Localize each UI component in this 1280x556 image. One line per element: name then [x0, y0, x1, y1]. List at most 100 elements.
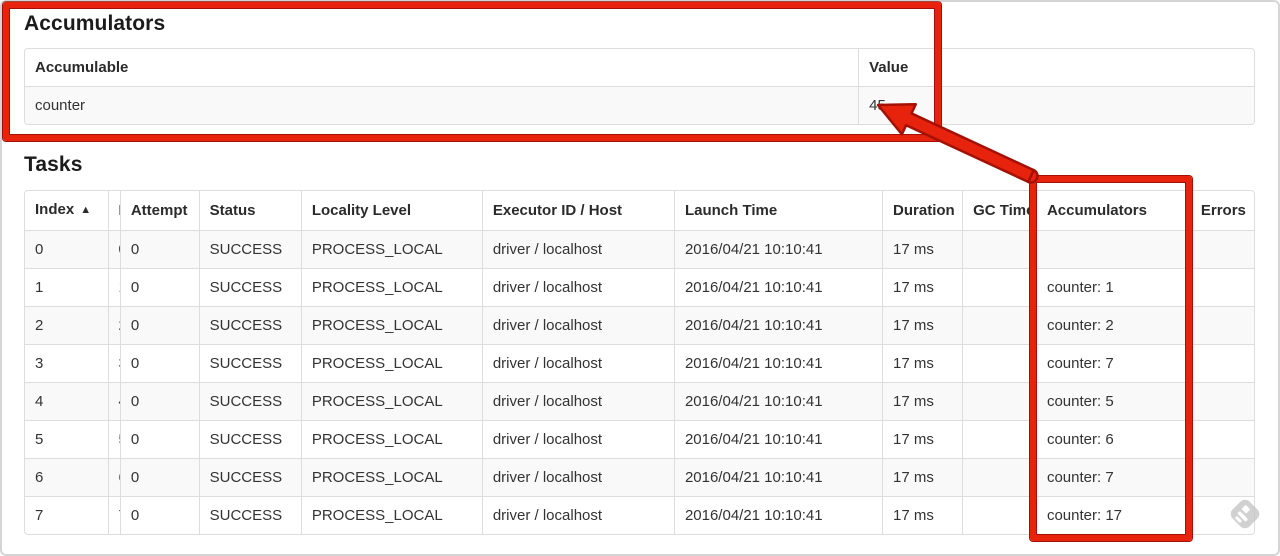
cell-gc-time: [962, 344, 1036, 382]
header-launch-time[interactable]: Launch Time: [673, 191, 882, 230]
header-duration[interactable]: Duration: [882, 191, 962, 230]
cell-accumulators: counter: 2: [1035, 306, 1190, 344]
cell-status: SUCCESS: [198, 306, 301, 344]
cell-launch: 2016/04/21 10:10:41: [673, 306, 883, 344]
cell-index: 2: [25, 306, 108, 344]
cell-launch: 2016/04/21 10:10:41: [673, 382, 883, 420]
cell-launch: 2016/04/21 10:10:41: [673, 496, 883, 534]
cell-executor: driver / localhost: [481, 344, 674, 382]
task-row: 550SUCCESSPROCESS_LOCALdriver / localhos…: [25, 420, 1254, 458]
cell-executor: driver / localhost: [481, 268, 674, 306]
cell-accumulable-value: 45: [858, 86, 1254, 124]
cell-id: 3: [107, 344, 120, 382]
cell-errors: [1189, 306, 1254, 344]
task-row: 660SUCCESSPROCESS_LOCALdriver / localhos…: [25, 458, 1254, 496]
tasks-table-body: 000SUCCESSPROCESS_LOCALdriver / localhos…: [25, 230, 1254, 534]
cell-errors: [1189, 496, 1254, 534]
cell-duration: 17 ms: [882, 306, 963, 344]
header-accumulators[interactable]: Accumulators: [1035, 191, 1190, 230]
cell-id: 4: [107, 382, 120, 420]
cell-attempt: 0: [119, 306, 199, 344]
cell-launch: 2016/04/21 10:10:41: [673, 420, 883, 458]
task-row: 440SUCCESSPROCESS_LOCALdriver / localhos…: [25, 382, 1254, 420]
header-locality-level[interactable]: Locality Level: [300, 191, 482, 230]
cell-index: 5: [25, 420, 108, 458]
cell-locality: PROCESS_LOCAL: [300, 306, 482, 344]
header-gc-time[interactable]: GC Time: [962, 191, 1036, 230]
header-value: Value: [858, 49, 1254, 86]
cell-status: SUCCESS: [198, 496, 301, 534]
cell-accumulators: counter: 1: [1035, 268, 1190, 306]
cell-gc-time: [962, 496, 1036, 534]
tasks-section-title: Tasks: [24, 153, 83, 176]
cell-attempt: 0: [119, 382, 199, 420]
cell-attempt: 0: [119, 496, 199, 534]
cell-id: 0: [107, 230, 120, 268]
cell-attempt: 0: [119, 230, 199, 268]
cell-duration: 17 ms: [882, 344, 963, 382]
cell-locality: PROCESS_LOCAL: [300, 496, 482, 534]
cell-launch: 2016/04/21 10:10:41: [673, 344, 883, 382]
cell-id: 2: [107, 306, 120, 344]
cell-executor: driver / localhost: [481, 382, 674, 420]
cell-launch: 2016/04/21 10:10:41: [673, 230, 883, 268]
cell-executor: driver / localhost: [481, 420, 674, 458]
cell-status: SUCCESS: [198, 420, 301, 458]
header-executor-id-host[interactable]: Executor ID / Host: [481, 191, 674, 230]
accumulators-table: Accumulable Value counter 45: [24, 48, 1255, 125]
cell-index: 6: [25, 458, 108, 496]
cell-gc-time: [962, 306, 1036, 344]
cell-locality: PROCESS_LOCAL: [300, 230, 482, 268]
cell-index: 0: [25, 230, 108, 268]
cell-status: SUCCESS: [198, 458, 301, 496]
cell-duration: 17 ms: [882, 268, 963, 306]
cell-index: 1: [25, 268, 108, 306]
cell-status: SUCCESS: [198, 382, 301, 420]
cell-errors: [1189, 230, 1254, 268]
cell-id: 1: [107, 268, 120, 306]
cell-gc-time: [962, 382, 1036, 420]
task-row: 770SUCCESSPROCESS_LOCALdriver / localhos…: [25, 496, 1254, 534]
cell-locality: PROCESS_LOCAL: [300, 344, 482, 382]
cell-errors: [1189, 420, 1254, 458]
cell-index: 3: [25, 344, 108, 382]
cell-id: 5: [107, 420, 120, 458]
cell-locality: PROCESS_LOCAL: [300, 268, 482, 306]
cell-attempt: 0: [119, 420, 199, 458]
cell-launch: 2016/04/21 10:10:41: [673, 268, 883, 306]
header-attempt[interactable]: Attempt: [119, 191, 199, 230]
header-accumulable: Accumulable: [35, 59, 129, 76]
cell-gc-time: [962, 230, 1036, 268]
header-index-sortable[interactable]: Index ▲: [25, 191, 108, 230]
cell-accumulators: counter: 6: [1035, 420, 1190, 458]
cell-accumulators: [1035, 230, 1190, 268]
cell-errors: [1189, 268, 1254, 306]
cell-executor: driver / localhost: [481, 230, 674, 268]
cell-attempt: 0: [119, 344, 199, 382]
header-index-label: Index: [35, 201, 75, 218]
header-errors[interactable]: Errors: [1189, 191, 1254, 230]
accumulators-section-title: Accumulators: [24, 12, 166, 35]
task-row: 000SUCCESSPROCESS_LOCALdriver / localhos…: [25, 230, 1254, 268]
cell-gc-time: [962, 268, 1036, 306]
cell-errors: [1189, 382, 1254, 420]
cell-locality: PROCESS_LOCAL: [300, 458, 482, 496]
cell-attempt: 0: [119, 458, 199, 496]
cell-locality: PROCESS_LOCAL: [300, 382, 482, 420]
tasks-table: Index▲ ID Attempt Status Locality Level …: [24, 190, 1255, 535]
task-row: 110SUCCESSPROCESS_LOCALdriver / localhos…: [25, 268, 1254, 306]
header-id[interactable]: ID: [107, 191, 120, 230]
task-row: 330SUCCESSPROCESS_LOCALdriver / localhos…: [25, 344, 1254, 382]
cell-errors: [1189, 458, 1254, 496]
cell-gc-time: [962, 420, 1036, 458]
tasks-header-row: Index▲ ID Attempt Status Locality Level …: [25, 191, 1254, 230]
cell-id: 7: [107, 496, 120, 534]
cell-executor: driver / localhost: [481, 496, 674, 534]
cell-status: SUCCESS: [198, 268, 301, 306]
cell-index: 7: [25, 496, 108, 534]
cell-duration: 17 ms: [882, 382, 963, 420]
cell-gc-time: [962, 458, 1036, 496]
accumulators-header-row: Accumulable Value: [25, 49, 1254, 86]
header-status[interactable]: Status: [198, 191, 301, 230]
accumulator-row: counter 45: [25, 86, 1254, 124]
